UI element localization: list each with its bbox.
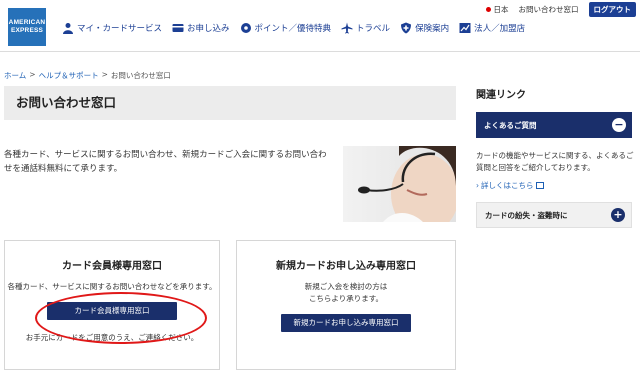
new-application-card: 新規カードお申し込み専用窓口 新規ご入会を検討の方は こちらより承ります。 新規… <box>236 240 456 370</box>
logo-line1: AMERICAN <box>8 19 46 26</box>
nav-label: お申し込み <box>187 24 230 34</box>
breadcrumb-home[interactable]: ホーム <box>4 70 26 81</box>
amex-logo[interactable]: AMERICAN EXPRESS <box>8 8 46 46</box>
accordion-label: カードの紛失・盗難時に <box>485 210 568 220</box>
nav-item-points[interactable]: ポイント／優待特典 <box>240 22 332 34</box>
page-title-bar: お問い合わせ窓口 <box>4 86 456 120</box>
accordion-label: よくあるご質問 <box>484 120 537 130</box>
chevron-right-icon: › <box>476 181 479 190</box>
breadcrumb-separator: > <box>29 70 36 79</box>
member-contact-button[interactable]: カード会員様専用窓口 <box>47 302 177 320</box>
member-contact-card: カード会員様専用窓口 各種カード、サービスに関するお問い合わせなどを承ります。 … <box>4 240 220 370</box>
chart-icon <box>459 23 471 33</box>
nav-label: 法人／加盟店 <box>474 24 526 34</box>
nav-label: マイ・カードサービス <box>77 24 163 34</box>
contact-link[interactable]: お問い合わせ窓口 <box>519 4 579 15</box>
link-label: 詳しくはこちら <box>481 181 534 190</box>
new-application-button[interactable]: 新規カードお申し込み専用窓口 <box>281 314 411 332</box>
utility-nav: 日本 お問い合わせ窓口 ログアウト <box>485 2 636 17</box>
logo-line2: EXPRESS <box>10 27 44 34</box>
nav-label: トラベル <box>356 24 391 34</box>
breadcrumb-help[interactable]: ヘルプ＆サポート <box>39 70 99 81</box>
card-note: お手元にカードをご用意のうえ、ご連絡ください。 <box>25 333 199 342</box>
nav-item-insurance[interactable]: 保険案内 <box>400 22 449 34</box>
nav-item-corporate[interactable]: 法人／加盟店 <box>459 22 525 34</box>
japan-flag-icon <box>485 7 491 12</box>
operator-illustration <box>358 146 456 222</box>
expand-icon: + <box>611 208 625 222</box>
nav-item-my-card-service[interactable]: マイ・カードサービス <box>62 22 162 34</box>
nav-item-apply[interactable]: お申し込み <box>172 22 230 34</box>
gear-icon <box>240 23 251 33</box>
logout-button[interactable]: ログアウト <box>588 2 636 17</box>
external-window-icon <box>535 182 544 189</box>
nav-item-travel[interactable]: トラベル <box>341 22 390 34</box>
breadcrumb-separator: > <box>101 70 108 79</box>
card-description: 各種カード、サービスに関するお問い合わせなどを承ります。 <box>7 282 217 291</box>
lost-card-accordion[interactable]: カードの紛失・盗難時に + <box>476 202 632 228</box>
breadcrumb: ホーム > ヘルプ＆サポート > お問い合わせ窓口 <box>4 70 171 81</box>
nav-label: ポイント／優待特典 <box>254 24 332 34</box>
faq-accordion[interactable]: よくあるご質問 − <box>476 112 632 138</box>
global-nav: マイ・カードサービス お申し込み ポイント／優待特典 トラベル 保険案内 法人／… <box>62 22 535 34</box>
card-title: 新規カードお申し込み専用窓口 <box>276 261 416 272</box>
nav-label: 保険案内 <box>415 24 450 34</box>
page-title: お問い合わせ窓口 <box>16 95 117 110</box>
operator-photo <box>343 146 456 222</box>
language-selector[interactable]: 日本 <box>485 4 509 15</box>
breadcrumb-current: お問い合わせ窓口 <box>110 71 171 80</box>
person-icon <box>63 23 73 34</box>
sidebar-title: 関連リンク <box>476 90 526 101</box>
airplane-icon <box>341 22 353 34</box>
card-title: カード会員様専用窓口 <box>62 261 162 272</box>
faq-details-link[interactable]: › 詳しくはこちら <box>476 180 544 191</box>
global-header: AMERICAN EXPRESS 日本 お問い合わせ窓口 ログアウト マイ・カー… <box>0 0 640 52</box>
shield-icon <box>401 22 412 34</box>
card-description: 新規ご入会を検討の方は こちらより承ります。 <box>304 282 388 303</box>
faq-description: カードの機能やサービスに関する、よくあるご質問と回答をご紹介しております。 <box>476 151 634 172</box>
collapse-icon: − <box>612 118 626 132</box>
language-label: 日本 <box>493 5 509 14</box>
intro-text: 各種カード、サービスに関するお問い合わせ、新規カードご入会に関するお問い合わせを… <box>4 150 327 174</box>
card-icon <box>172 24 184 32</box>
